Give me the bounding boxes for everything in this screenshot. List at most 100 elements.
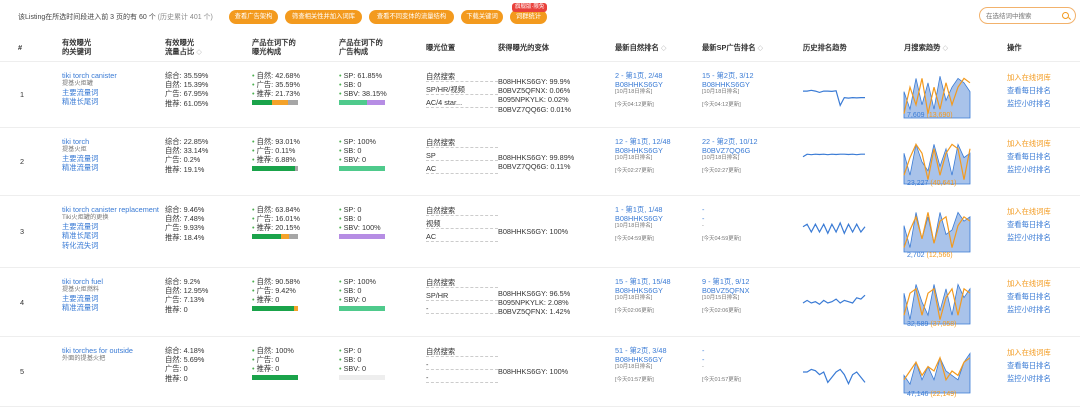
variants-cell: B08HHKS6GY: 99.89% B0BVZ7QQ6G: 0.11% bbox=[498, 153, 610, 171]
monthly-search-chart[interactable] bbox=[903, 208, 971, 253]
header-position: 曝光位置 bbox=[426, 43, 456, 52]
share-value: 广告: 0 bbox=[165, 364, 188, 374]
add-to-library-link[interactable]: 加入在线词库 bbox=[1007, 71, 1077, 84]
ad-composition-line: • SB: 0 bbox=[339, 146, 419, 155]
composition-line: • 推荐: 0 bbox=[252, 295, 332, 304]
dot-icon: • bbox=[339, 223, 342, 233]
rank-trend-sparkline[interactable] bbox=[802, 290, 866, 316]
keyword-link[interactable]: tiki torch canister replacement bbox=[62, 205, 160, 214]
view-daily-rank-link[interactable]: 查看每日排名 bbox=[1007, 290, 1077, 303]
keyword-link[interactable]: tiki torch canister bbox=[62, 71, 160, 80]
natural-rank-value[interactable]: 2 - 第1页, 2/48 bbox=[615, 71, 703, 80]
composition-line: • 自然: 100% bbox=[252, 346, 332, 355]
position-item: 自然搜索 bbox=[426, 138, 498, 148]
position-item: SP/HR bbox=[426, 291, 498, 301]
keyword-tag-link[interactable]: 主要流量词 bbox=[62, 88, 160, 97]
monitor-hourly-rank-link[interactable]: 监控小时排名 bbox=[1007, 163, 1077, 176]
sp-rank-value[interactable]: 9 - 第1页, 9/12 bbox=[702, 277, 792, 286]
sp-rank-updated: [今天04:59更新] bbox=[702, 236, 741, 243]
monthly-search-chart[interactable] bbox=[903, 140, 971, 185]
dot-icon: • bbox=[252, 89, 255, 99]
keyword-link[interactable]: tiki torch bbox=[62, 137, 160, 146]
keyword-tag-link[interactable]: 精准流量词 bbox=[62, 163, 160, 172]
keyword-tag-link[interactable]: 主要流量词 bbox=[62, 294, 160, 303]
natural-rank-value[interactable]: 1 - 第1页, 1/48 bbox=[615, 205, 703, 214]
sort-icon[interactable]: ◇ bbox=[196, 47, 202, 56]
header-month-trend[interactable]: 月搜索趋势 ◇ bbox=[904, 43, 948, 52]
rank-trend-sparkline[interactable] bbox=[802, 149, 865, 175]
rank-trend-sparkline[interactable] bbox=[802, 219, 866, 245]
add-to-library-link[interactable]: 加入在线词库 bbox=[1007, 346, 1077, 359]
keyword-tag-link[interactable]: 精准流量词 bbox=[62, 303, 160, 312]
variant-traffic-button[interactable]: 查看不同变体的流量结构 bbox=[369, 10, 454, 24]
rank-trend-sparkline[interactable] bbox=[803, 82, 865, 108]
add-to-library-link[interactable]: 加入在线词库 bbox=[1007, 137, 1077, 150]
view-daily-rank-link[interactable]: 查看每日排名 bbox=[1007, 359, 1077, 372]
keyword-tag-link[interactable]: 精准长尾词 bbox=[62, 231, 160, 240]
rank-trend-sparkline[interactable] bbox=[803, 359, 866, 386]
natural-rank-updated: [今天01:57更新] bbox=[615, 377, 654, 384]
keyword-tag-link[interactable]: 精准长尾词 bbox=[62, 97, 160, 106]
header-month-trend-label: 月搜索趋势 bbox=[904, 43, 941, 52]
sp-rank-asin[interactable]: - bbox=[702, 355, 792, 364]
view-daily-rank-link[interactable]: 查看每日排名 bbox=[1007, 218, 1077, 231]
position-item: 视频 bbox=[426, 219, 498, 229]
composition-bar bbox=[252, 99, 298, 105]
sp-rank-value[interactable]: - bbox=[702, 205, 792, 214]
monthly-search-chart[interactable] bbox=[903, 280, 971, 325]
actions-cell: 加入在线词库 查看每日排名 监控小时排名 bbox=[1007, 346, 1077, 385]
sp-rank-value[interactable]: 22 - 第2页, 10/12 bbox=[702, 137, 792, 146]
share-value: 推荐: 18.4% bbox=[165, 232, 205, 242]
natural-rank-value[interactable]: 51 - 第2页, 3/48 bbox=[615, 346, 703, 355]
monitor-hourly-rank-link[interactable]: 监控小时排名 bbox=[1007, 97, 1077, 110]
sp-rank-value[interactable]: - bbox=[702, 346, 792, 355]
monitor-hourly-rank-link[interactable]: 监控小时排名 bbox=[1007, 231, 1077, 244]
sp-rank-asin[interactable]: - bbox=[702, 214, 792, 223]
composition-line: • 推荐: 6.88% bbox=[252, 155, 332, 164]
header-sp-rank[interactable]: 最新SP广告排名 ◇ bbox=[702, 43, 763, 52]
keyword-search[interactable] bbox=[979, 7, 1076, 24]
position-item: - bbox=[426, 304, 498, 314]
composition-value: 广告: 16.01% bbox=[256, 214, 300, 224]
natural-rank-cell: 1 - 第1页, 1/48 B08HHKS6GY [10月18日排名] [今天0… bbox=[615, 205, 703, 243]
monthly-search-chart[interactable] bbox=[903, 349, 971, 394]
monitor-hourly-rank-link[interactable]: 监控小时排名 bbox=[1007, 303, 1077, 316]
download-keywords-button[interactable]: 下载关键词 bbox=[461, 10, 503, 24]
dot-icon: • bbox=[339, 277, 342, 286]
dot-icon: • bbox=[252, 71, 255, 80]
keyword-search-input[interactable] bbox=[986, 10, 1060, 22]
keyword-group-stats-button[interactable]: 词群统计 bbox=[510, 10, 547, 24]
natural-rank-value[interactable]: 12 - 第1页, 12/48 bbox=[615, 137, 703, 146]
ad-composition-bar bbox=[339, 374, 385, 380]
keyword-link[interactable]: tiki torch fuel bbox=[62, 277, 160, 286]
natural-segment bbox=[252, 165, 295, 171]
sort-icon[interactable]: ◇ bbox=[943, 43, 949, 52]
filter-relevance-button[interactable]: 筛查相关性并加入词库 bbox=[285, 10, 362, 24]
share-value: 综合: 9.46% bbox=[165, 205, 205, 214]
view-daily-rank-link[interactable]: 查看每日排名 bbox=[1007, 84, 1077, 97]
sort-icon[interactable]: ◇ bbox=[661, 43, 667, 52]
keyword-tag-link[interactable]: 主要流量词 bbox=[62, 222, 160, 231]
header-sp-rank-label: 最新SP广告排名 bbox=[702, 43, 756, 52]
monitor-hourly-rank-link[interactable]: 监控小时排名 bbox=[1007, 372, 1077, 385]
share-value: 综合: 9.2% bbox=[165, 277, 201, 286]
sort-icon[interactable]: ◇ bbox=[758, 43, 764, 52]
view-ad-structure-button[interactable]: 查看广告架构 bbox=[229, 10, 278, 24]
sp-rank-value[interactable]: 15 - 第2页, 3/12 bbox=[702, 71, 792, 80]
keyword-tag-link[interactable]: 主要流量词 bbox=[62, 154, 160, 163]
keyword-tag-link[interactable]: 转化流失词 bbox=[62, 241, 160, 250]
keyword-translation: 提基火炬罐 bbox=[62, 80, 93, 88]
add-to-library-link[interactable]: 加入在线词库 bbox=[1007, 205, 1077, 218]
monthly-search-label: 7,609 (13,690) bbox=[907, 112, 953, 119]
natural-rank-value[interactable]: 15 - 第1页, 15/48 bbox=[615, 277, 703, 286]
keyword-link[interactable]: tiki torches for outside bbox=[62, 346, 160, 355]
view-daily-rank-link[interactable]: 查看每日排名 bbox=[1007, 150, 1077, 163]
variant-share: B0BVZ5QFNX: 0.06% bbox=[498, 86, 571, 96]
share-value: 广告: 9.93% bbox=[165, 223, 205, 233]
header-share[interactable]: 有效曝光 流量占比 ◇ bbox=[165, 38, 202, 56]
add-to-library-link[interactable]: 加入在线词库 bbox=[1007, 277, 1077, 290]
search-icon[interactable] bbox=[1062, 12, 1069, 19]
header-rank-trend: 历史排名趋势 bbox=[803, 43, 847, 52]
header-natural-rank[interactable]: 最新自然排名 ◇ bbox=[615, 43, 666, 52]
composition-line: • 广告: 9.42% bbox=[252, 286, 332, 295]
